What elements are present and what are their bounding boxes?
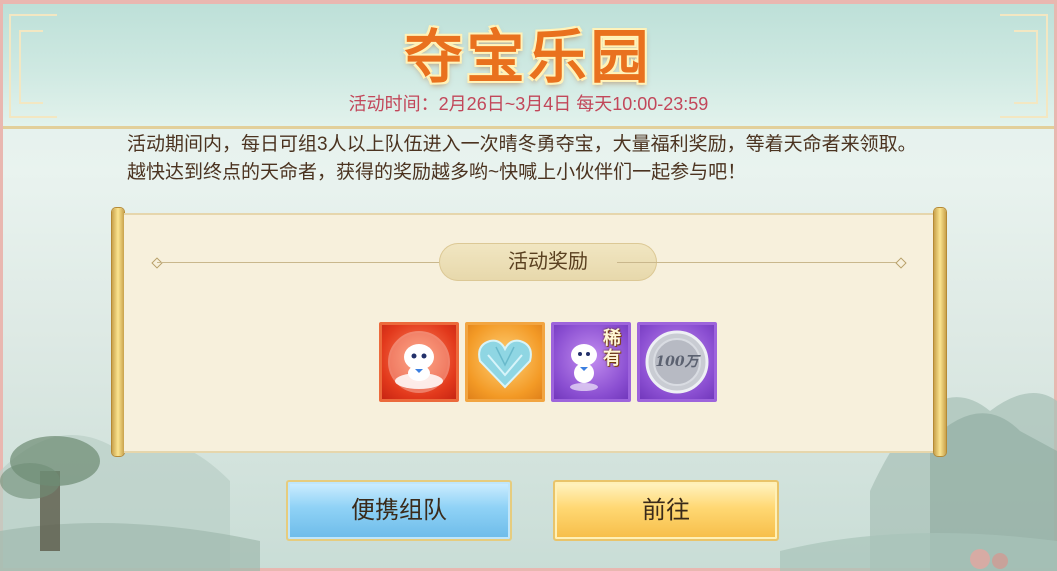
reward-item-silver-coin[interactable]: 100万 (637, 322, 717, 402)
coin-amount-label: 100万 (655, 354, 699, 370)
scroll-rod-right (934, 208, 946, 456)
snow-spirit-bubble-icon (388, 331, 450, 393)
reward-scroll-panel: 活动奖励 稀有 100万 (112, 208, 946, 456)
reward-item-snow-spirit[interactable] (379, 322, 459, 402)
go-button[interactable]: 前往 (553, 480, 779, 541)
divider-line-right (617, 262, 901, 263)
event-time: 活动时间：2月26日~3月4日 每天10:00-23:59 (348, 94, 709, 114)
divider-line-left (157, 262, 441, 263)
page-title: 夺宝乐园 (404, 23, 653, 91)
scroll-paper: 活动奖励 稀有 100万 (124, 213, 934, 453)
reward-item-rare-spirit[interactable]: 稀有 (551, 322, 631, 402)
reward-item-ice-heart[interactable] (465, 322, 545, 402)
quick-team-button[interactable]: 便携组队 (286, 480, 512, 541)
event-description: 活动期间内，每日可组3人以上队伍进入一次晴冬勇夺宝，大量福利奖励，等着天命者来领… (127, 134, 917, 183)
ice-crystal-heart-icon (478, 339, 532, 389)
reward-list: 稀有 100万 (379, 322, 717, 402)
divider-diamond-left (151, 257, 163, 269)
rare-tag: 稀有 (603, 328, 621, 369)
scroll-rod-left (112, 208, 124, 456)
divider-diamond-right (895, 257, 907, 269)
